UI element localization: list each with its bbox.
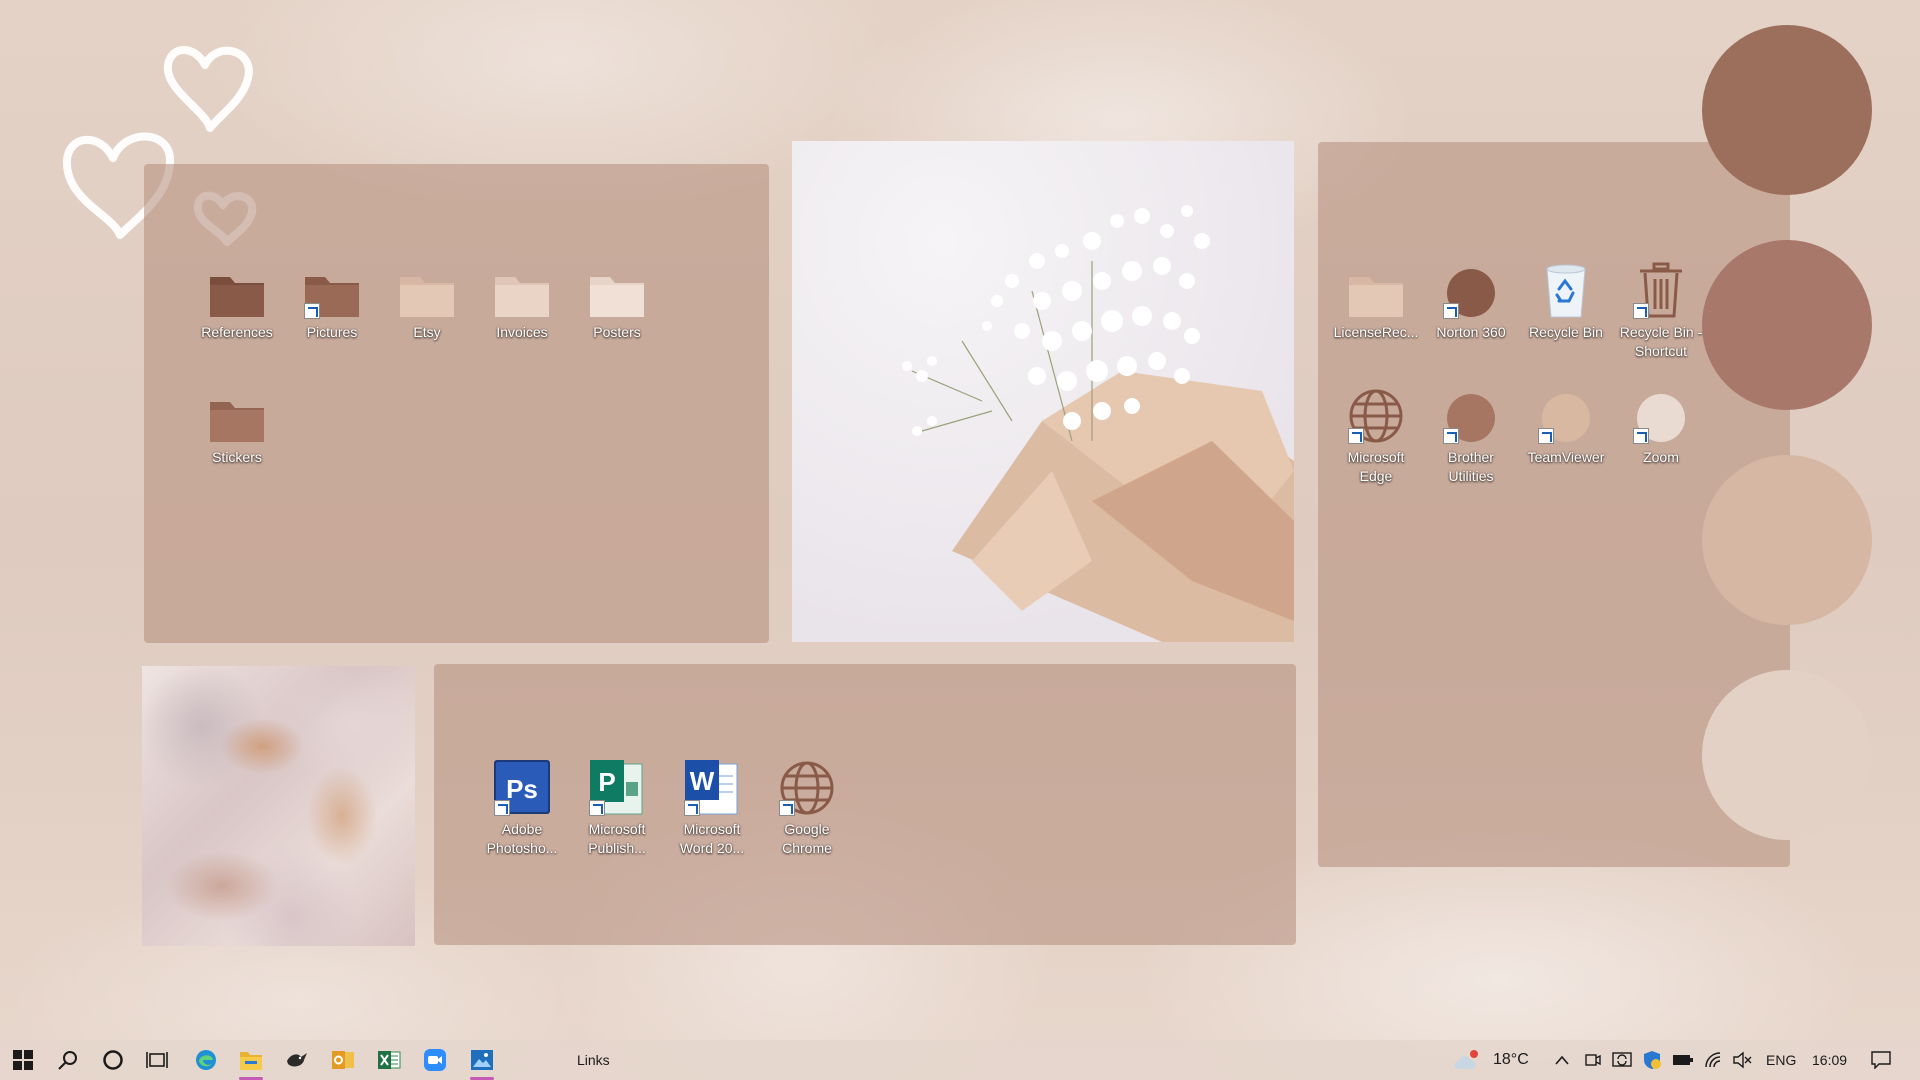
circle-light-icon: [1534, 380, 1598, 444]
desktop-icon-recycle-bin-shortcut[interactable]: Recycle Bin - Shortcut: [1615, 255, 1707, 361]
chevron-up-icon[interactable]: [1547, 1040, 1577, 1080]
desktop-icon-zoom[interactable]: Zoom: [1615, 380, 1707, 467]
icon-label: Norton 360: [1436, 324, 1506, 340]
weather-cloud-icon[interactable]: [1450, 1040, 1484, 1080]
shortcut-arrow-icon: [494, 800, 510, 816]
desktop-icon-photoshop[interactable]: Ps Adobe Photosho...: [476, 752, 568, 858]
desktop-icon-word[interactable]: W Microsoft Word 20...: [666, 752, 758, 858]
security-shield-icon[interactable]: [1637, 1040, 1667, 1080]
cortana-icon[interactable]: [90, 1040, 136, 1080]
desktop-icon-references[interactable]: References: [191, 255, 283, 342]
svg-text:W: W: [690, 766, 715, 796]
publisher-icon: P: [585, 752, 649, 816]
folder-dark-icon: [300, 255, 364, 319]
palette-circle-2: [1702, 240, 1872, 410]
icon-label: Recycle Bin - Shortcut: [1619, 324, 1703, 359]
shortcut-arrow-icon: [684, 800, 700, 816]
language-indicator[interactable]: ENG: [1766, 1040, 1796, 1080]
desktop-icon-stickers[interactable]: Stickers: [191, 380, 283, 467]
folder-light-icon: [490, 255, 554, 319]
palette-circle-3: [1702, 455, 1872, 625]
task-view-icon[interactable]: [134, 1040, 180, 1080]
folder-light-icon: [395, 255, 459, 319]
icon-label: Pictures: [306, 324, 358, 340]
device-sync-icon[interactable]: [1607, 1040, 1637, 1080]
edge-taskbar-icon[interactable]: [183, 1040, 229, 1080]
windows-start-icon[interactable]: [0, 1040, 46, 1080]
wifi-icon[interactable]: [1698, 1040, 1728, 1080]
folder-light-icon: [1344, 255, 1408, 319]
folder-mid-icon: [205, 380, 269, 444]
shortcut-arrow-icon: [1443, 428, 1459, 444]
marble-texture-photo: [142, 666, 415, 946]
icon-label: References: [201, 324, 273, 340]
volume-muted-icon[interactable]: [1727, 1040, 1757, 1080]
clock-time[interactable]: 16:09: [1812, 1040, 1847, 1080]
shortcut-arrow-icon: [779, 800, 795, 816]
search-icon[interactable]: [45, 1040, 91, 1080]
bird-app-taskbar-icon[interactable]: [274, 1040, 320, 1080]
icon-label: Microsoft Publish...: [588, 821, 646, 856]
excel-taskbar-icon[interactable]: [366, 1040, 412, 1080]
palette-circle-1: [1702, 25, 1872, 195]
desktop-icon-teamviewer[interactable]: TeamViewer: [1520, 380, 1612, 467]
desktop-icon-invoices[interactable]: Invoices: [476, 255, 568, 342]
circle-dark-icon: [1439, 255, 1503, 319]
desktop-icon-microsoft-edge[interactable]: Microsoft Edge: [1330, 380, 1422, 486]
battery-icon[interactable]: [1668, 1040, 1698, 1080]
photoshop-icon: Ps: [490, 752, 554, 816]
icon-label: Google Chrome: [782, 821, 832, 856]
desktop-icon-pictures[interactable]: Pictures: [286, 255, 378, 342]
desktop-icon-publisher[interactable]: P Microsoft Publish...: [571, 752, 663, 858]
icon-label: Microsoft Word 20...: [679, 821, 745, 856]
photos-taskbar-icon[interactable]: [459, 1040, 505, 1080]
icon-label: Posters: [593, 324, 641, 340]
icon-label: TeamViewer: [1527, 449, 1605, 465]
shortcut-arrow-icon: [1633, 428, 1649, 444]
icon-label: Zoom: [1643, 449, 1679, 465]
shortcut-arrow-icon: [1538, 428, 1554, 444]
desktop-icon-google-chrome[interactable]: Google Chrome: [761, 752, 853, 858]
circle-mid-icon: [1439, 380, 1503, 444]
svg-text:Ps: Ps: [506, 774, 538, 804]
icon-label: Adobe Photosho...: [486, 821, 558, 856]
trash-icon: [1629, 255, 1693, 319]
icon-label: Invoices: [496, 324, 548, 340]
zoom-taskbar-icon[interactable]: [412, 1040, 458, 1080]
shortcut-arrow-icon: [1633, 303, 1649, 319]
notification-center-icon[interactable]: [1858, 1040, 1904, 1080]
circle-pale-icon: [1629, 380, 1693, 444]
shortcut-arrow-icon: [589, 800, 605, 816]
desktop-icon-brother-utilities[interactable]: Brother Utilities: [1425, 380, 1517, 486]
palette-circle-4: [1702, 670, 1872, 840]
icon-label: Stickers: [212, 449, 262, 465]
icon-label: Microsoft Edge: [1347, 449, 1405, 484]
icon-label: LicenseRec...: [1333, 324, 1419, 340]
shortcut-arrow-icon: [1348, 428, 1364, 444]
shortcut-arrow-icon: [304, 303, 320, 319]
icon-label: Brother Utilities: [1448, 449, 1494, 484]
word-icon: W: [680, 752, 744, 816]
desktop-icon-recycle-bin[interactable]: Recycle Bin: [1520, 255, 1612, 342]
icon-label: Etsy: [413, 324, 441, 340]
file-explorer-taskbar-icon[interactable]: [228, 1040, 274, 1080]
svg-text:P: P: [598, 767, 615, 797]
desktop-icon-posters[interactable]: Posters: [571, 255, 663, 342]
outlook-taskbar-icon[interactable]: [320, 1040, 366, 1080]
globe-icon: [1344, 380, 1408, 444]
desktop-icon-etsy[interactable]: Etsy: [381, 255, 473, 342]
meet-now-icon[interactable]: [1578, 1040, 1608, 1080]
desktop-icon-norton-360[interactable]: Norton 360: [1425, 255, 1517, 342]
globe-icon: [775, 752, 839, 816]
icon-label: Recycle Bin: [1529, 324, 1603, 340]
flower-bouquet-photo: [792, 141, 1294, 642]
folder-light-icon: [585, 255, 649, 319]
taskbar: Links 18°C ENG 16:09: [0, 1040, 1920, 1080]
weather-temperature[interactable]: 18°C: [1493, 1040, 1529, 1080]
links-toolbar-label[interactable]: Links: [577, 1040, 610, 1080]
desktop-icon-licenserec[interactable]: LicenseRec...: [1330, 255, 1422, 342]
recycle-bin-icon: [1534, 255, 1598, 319]
shortcut-arrow-icon: [1443, 303, 1459, 319]
folder-dark-icon: [205, 255, 269, 319]
